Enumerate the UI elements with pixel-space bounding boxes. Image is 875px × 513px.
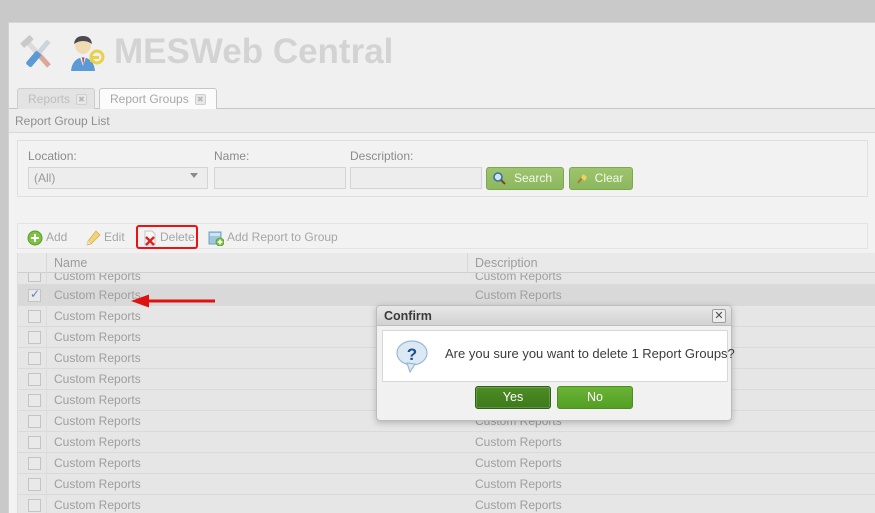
cell-description: Custom Reports	[475, 288, 562, 302]
location-label: Location:	[28, 149, 77, 163]
row-checkbox[interactable]	[28, 273, 41, 282]
question-bubble-icon: ?	[395, 339, 429, 374]
row-checkbox[interactable]	[28, 457, 41, 470]
add-report-icon	[208, 230, 225, 247]
grid-header-row: Name Description	[18, 253, 875, 273]
table-row[interactable]: Custom Reports Custom Reports	[18, 432, 875, 453]
search-button[interactable]: Search	[486, 167, 564, 190]
column-divider	[46, 273, 47, 513]
delete-document-icon	[142, 230, 158, 246]
column-divider	[46, 253, 47, 273]
table-row[interactable]: Custom Reports Custom Reports	[18, 474, 875, 495]
dialog-titlebar[interactable]: Confirm ✕	[377, 306, 731, 326]
row-checkbox[interactable]	[28, 394, 41, 407]
location-select[interactable]: (All)	[28, 167, 208, 189]
description-input[interactable]	[350, 167, 482, 189]
table-row[interactable]: Custom Reports Custom Reports	[18, 495, 875, 513]
cell-name: Custom Reports	[54, 351, 141, 365]
cell-name: Custom Reports	[54, 393, 141, 407]
row-checkbox[interactable]	[28, 478, 41, 491]
pencil-icon	[85, 230, 101, 246]
row-checkbox[interactable]	[28, 287, 41, 302]
filter-panel: Location: (All) Name: Description: Searc…	[17, 140, 868, 197]
cell-description: Custom Reports	[475, 273, 562, 283]
confirm-dialog: Confirm ✕ ? Are you sure you want to del…	[376, 305, 735, 421]
app-header: MESWeb Central	[9, 23, 875, 87]
cell-name: Custom Reports	[54, 435, 141, 449]
row-checkbox[interactable]	[28, 331, 41, 344]
annotation-arrow-icon	[129, 293, 215, 309]
cell-name: Custom Reports	[54, 330, 141, 344]
cell-name: Custom Reports	[54, 498, 141, 512]
tab-report-groups-label: Report Groups	[110, 92, 189, 106]
chevron-down-icon	[190, 173, 198, 178]
location-select-value: (All)	[34, 171, 56, 185]
cell-name: Custom Reports	[54, 456, 141, 470]
name-label: Name:	[214, 149, 250, 163]
tools-icon	[17, 32, 59, 74]
cell-name: Custom Reports	[54, 477, 141, 491]
row-checkbox[interactable]	[28, 310, 41, 323]
delete-button-label: Delete	[160, 230, 195, 244]
yes-button[interactable]: Yes	[475, 386, 551, 409]
row-checkbox[interactable]	[28, 373, 41, 386]
clear-button-label: Clear	[594, 171, 624, 185]
name-input[interactable]	[214, 167, 346, 189]
dialog-title: Confirm	[384, 309, 432, 323]
search-icon	[492, 171, 506, 185]
table-row[interactable]: Custom Reports Custom Reports	[18, 453, 875, 474]
svg-text:?: ?	[407, 345, 417, 364]
tab-reports-label: Reports	[28, 92, 71, 106]
cell-name: Custom Reports	[54, 372, 141, 386]
cell-description: Custom Reports	[475, 435, 562, 449]
plus-circle-icon	[27, 230, 43, 246]
action-toolbar: Add Edit Delete Add Report to Group	[17, 223, 868, 249]
add-button-label: Add	[46, 230, 68, 244]
edit-button[interactable]: Edit	[81, 226, 133, 248]
cell-name: Custom Reports	[54, 273, 141, 283]
cell-description: Custom Reports	[475, 498, 562, 512]
table-row[interactable]: Custom Reports Custom Reports	[18, 273, 875, 285]
tab-reports[interactable]: Reports ✖	[17, 88, 95, 109]
cell-description: Custom Reports	[475, 477, 562, 491]
close-icon[interactable]: ✖	[76, 94, 88, 105]
no-button[interactable]: No	[557, 386, 633, 409]
dialog-body: ? Are you sure you want to delete 1 Repo…	[382, 330, 735, 382]
dialog-message: Are you sure you want to delete 1 Report…	[445, 346, 735, 361]
search-button-label: Search	[513, 171, 553, 185]
row-checkbox[interactable]	[28, 415, 41, 428]
broom-icon	[575, 171, 589, 185]
close-icon[interactable]: ✕	[712, 309, 726, 323]
tab-bar: Reports ✖ Report Groups ✖	[9, 87, 875, 109]
add-report-to-group-button[interactable]: Add Report to Group	[204, 226, 338, 248]
column-divider	[467, 253, 468, 273]
cell-name: Custom Reports	[54, 309, 141, 323]
add-button[interactable]: Add	[23, 226, 75, 248]
close-icon[interactable]: ✖	[194, 94, 206, 105]
row-checkbox[interactable]	[28, 499, 41, 512]
row-checkbox[interactable]	[28, 436, 41, 449]
application-frame: MESWeb Central Reports ✖ Report Groups ✖ R…	[8, 22, 875, 513]
edit-button-label: Edit	[104, 230, 125, 244]
page-title-strip: Report Group List	[9, 109, 875, 133]
dialog-footer: Yes No	[377, 382, 731, 420]
row-checkbox[interactable]	[28, 352, 41, 365]
delete-button[interactable]: Delete	[136, 225, 198, 249]
description-label: Description:	[350, 149, 414, 163]
column-header-name[interactable]: Name	[54, 256, 87, 270]
cell-description: Custom Reports	[475, 456, 562, 470]
cell-name: Custom Reports	[54, 288, 141, 302]
add-report-to-group-label: Add Report to Group	[227, 230, 338, 244]
clear-button[interactable]: Clear	[569, 167, 633, 190]
page-title: MESWeb Central	[114, 32, 394, 71]
user-key-icon	[64, 32, 106, 74]
cell-name: Custom Reports	[54, 414, 141, 428]
column-header-description[interactable]: Description	[475, 256, 538, 270]
tab-report-groups[interactable]: Report Groups ✖	[99, 88, 217, 109]
